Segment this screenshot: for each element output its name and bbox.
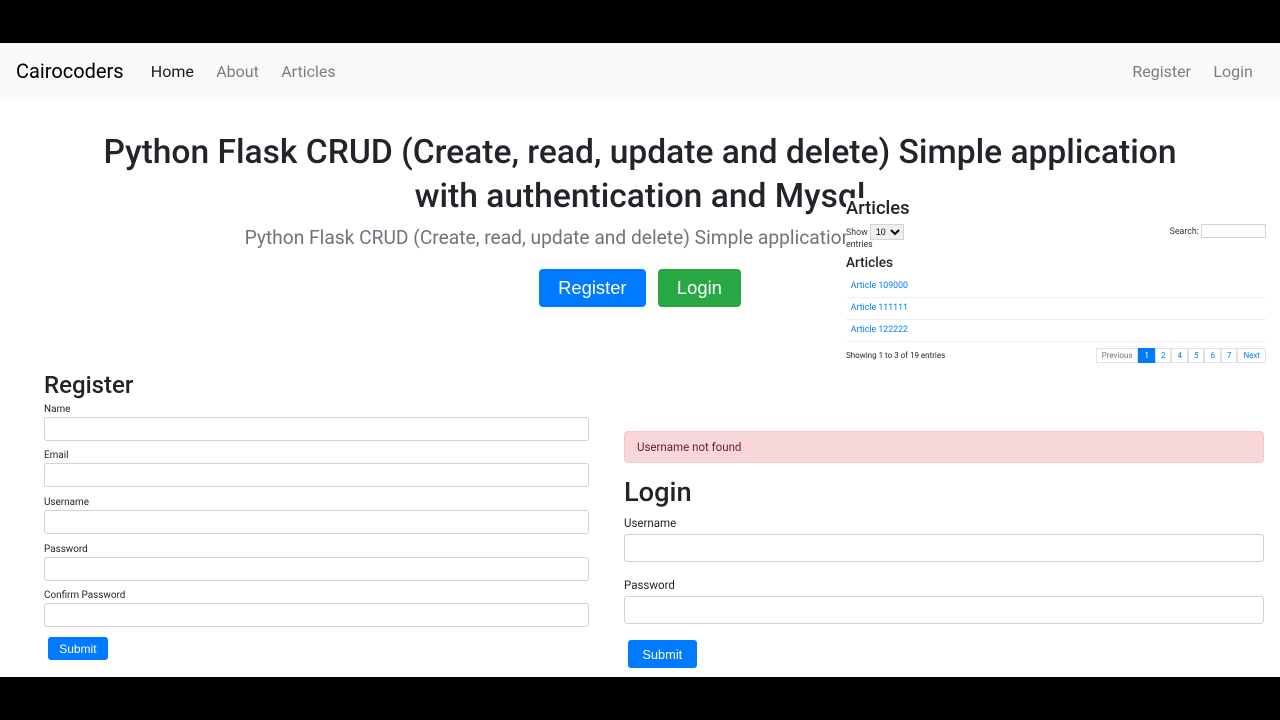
register-panel: Register Name Email Username Password Co… xyxy=(44,371,589,660)
confirm-label: Confirm Password xyxy=(44,590,589,601)
email-label: Email xyxy=(44,450,589,461)
nav-articles[interactable]: Articles xyxy=(270,54,347,89)
brand-logo[interactable]: Cairocoders xyxy=(16,59,124,83)
navbar: Cairocoders Home About Articles Register… xyxy=(0,43,1280,99)
register-submit-button[interactable]: Submit xyxy=(48,637,108,661)
page-next[interactable]: Next xyxy=(1237,348,1266,363)
article-link[interactable]: Article 122222 xyxy=(846,320,1266,342)
login-panel: Username not found Login Username Passwo… xyxy=(624,431,1264,668)
page-4[interactable]: 4 xyxy=(1171,348,1188,363)
login-password-field[interactable] xyxy=(624,596,1264,624)
login-submit-button[interactable]: Submit xyxy=(628,640,697,668)
nav-login[interactable]: Login xyxy=(1202,54,1264,89)
nav-register[interactable]: Register xyxy=(1121,54,1202,89)
letterbox-top xyxy=(0,0,1280,43)
nav-right: Register Login xyxy=(1121,62,1264,81)
entries-label: entries xyxy=(846,240,873,250)
reg-password-label: Password xyxy=(44,544,589,555)
login-username-field[interactable] xyxy=(624,534,1264,562)
login-heading: Login xyxy=(624,476,1264,508)
email-field[interactable] xyxy=(44,463,589,487)
articles-heading: Articles xyxy=(846,198,1266,219)
entries-select[interactable]: 10 xyxy=(870,224,904,240)
articles-panel: Articles Show 10 entries Search: Article… xyxy=(846,198,1266,363)
pagination: Previous 1 2 4 5 6 7 Next xyxy=(1096,348,1266,363)
datatable-footer: Showing 1 to 3 of 19 entries Previous 1 … xyxy=(846,348,1266,363)
name-label: Name xyxy=(44,404,589,415)
page-5[interactable]: 5 xyxy=(1188,348,1205,363)
nav-about[interactable]: About xyxy=(205,54,270,89)
entries-control: Show 10 entries xyxy=(846,224,904,250)
search-label: Search: xyxy=(1170,227,1199,237)
register-heading: Register xyxy=(44,371,589,399)
letterbox-bottom xyxy=(0,677,1280,720)
hero-login-button[interactable]: Login xyxy=(658,269,741,307)
show-label: Show xyxy=(846,228,868,238)
hero-register-button[interactable]: Register xyxy=(539,269,646,307)
datatable-controls: Show 10 entries Search: xyxy=(846,224,1266,250)
page-6[interactable]: 6 xyxy=(1204,348,1221,363)
reg-password-field[interactable] xyxy=(44,557,589,581)
reg-username-field[interactable] xyxy=(44,510,589,534)
confirm-field[interactable] xyxy=(44,603,589,627)
page-2[interactable]: 2 xyxy=(1155,348,1172,363)
name-field[interactable] xyxy=(44,417,589,441)
page-content: Cairocoders Home About Articles Register… xyxy=(0,43,1280,677)
nav-home[interactable]: Home xyxy=(140,54,205,89)
login-alert: Username not found xyxy=(624,431,1264,463)
page-1[interactable]: 1 xyxy=(1138,348,1155,363)
login-password-label: Password xyxy=(624,578,1264,592)
page-prev[interactable]: Previous xyxy=(1096,348,1139,363)
search-control: Search: xyxy=(1170,224,1266,250)
article-link[interactable]: Article 111111 xyxy=(846,298,1266,320)
page-7[interactable]: 7 xyxy=(1221,348,1238,363)
search-input[interactable] xyxy=(1201,224,1266,238)
login-username-label: Username xyxy=(624,516,1264,530)
articles-subheading: Articles xyxy=(846,255,1266,271)
nav-left: Home About Articles xyxy=(140,62,347,81)
article-link[interactable]: Article 109000 xyxy=(846,275,1266,297)
reg-username-label: Username xyxy=(44,497,589,508)
datatable-info: Showing 1 to 3 of 19 entries xyxy=(846,351,945,360)
